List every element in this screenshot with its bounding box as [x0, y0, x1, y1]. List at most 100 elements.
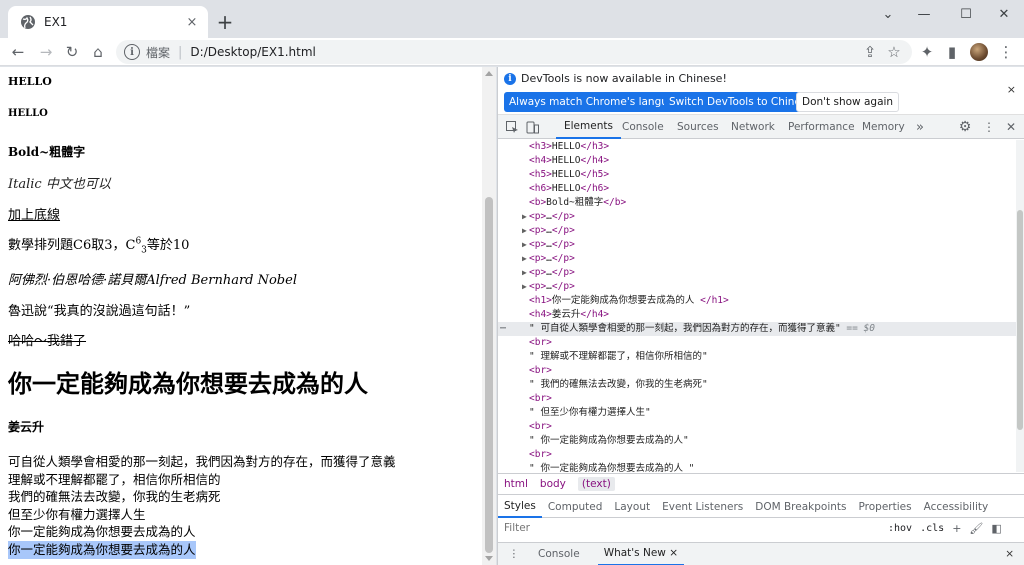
- more-tabs-icon[interactable]: »: [916, 115, 924, 139]
- reload-button[interactable]: ↻: [60, 40, 84, 64]
- switch-language-button[interactable]: Switch DevTools to Chinese: [664, 92, 818, 112]
- dom-node-h5[interactable]: <h5>HELLO</h5>: [529, 168, 609, 182]
- extensions-icon[interactable]: ✦: [915, 40, 939, 64]
- dom-text-node-selected[interactable]: " 可自從人類學會相愛的那一刻起，我們因為對方的存在，而獲得了意義" == $0: [529, 322, 875, 336]
- expand-triangle-icon[interactable]: ▶: [522, 224, 527, 238]
- tab-sources[interactable]: Sources: [677, 115, 719, 139]
- info-icon[interactable]: i: [124, 44, 140, 60]
- page-scrollbar[interactable]: [482, 67, 496, 565]
- elements-tree[interactable]: <h3>HELLO</h3> <h4>HELLO</h4> <h5>HELLO<…: [498, 140, 1024, 472]
- chrome-menu-icon[interactable]: ⋮: [994, 40, 1018, 64]
- close-window-button[interactable]: ✕: [984, 0, 1024, 28]
- tab-network[interactable]: Network: [731, 115, 775, 139]
- dom-node-br[interactable]: <br>: [529, 420, 552, 434]
- whats-new-close-icon[interactable]: ×: [669, 547, 678, 559]
- expand-triangle-icon[interactable]: ▶: [522, 238, 527, 252]
- side-panel-icon[interactable]: ▮: [940, 40, 964, 64]
- address-bar[interactable]: i 檔案 | D:/Desktop/EX1.html: [116, 40, 912, 64]
- tab-properties[interactable]: Properties: [853, 496, 918, 518]
- home-button[interactable]: ⌂: [86, 40, 110, 64]
- dom-text-node[interactable]: " 你一定能夠成為你想要去成為的人": [529, 434, 689, 448]
- maximize-button[interactable]: ☐: [946, 0, 986, 28]
- settings-gear-icon[interactable]: ⚙: [957, 119, 973, 135]
- tab-dom-breakpoints[interactable]: DOM Breakpoints: [749, 496, 852, 518]
- devtools-close-icon[interactable]: ✕: [1003, 119, 1019, 135]
- breadcrumb-html[interactable]: html: [504, 478, 528, 490]
- dom-node-h3[interactable]: <h3>HELLO</h3>: [529, 140, 609, 154]
- url-text[interactable]: D:/Desktop/EX1.html: [190, 45, 315, 59]
- drawer-tab-console[interactable]: Console: [532, 543, 586, 565]
- drawer-tab-whats-new[interactable]: What's New ×: [597, 543, 685, 565]
- dom-node-br[interactable]: <br>: [529, 448, 552, 462]
- dom-node-p[interactable]: ▶ <p>…</p>: [522, 280, 575, 294]
- dont-show-again-button[interactable]: Don't show again: [796, 92, 900, 112]
- hover-state-toggle[interactable]: :hov: [888, 523, 912, 534]
- browser-tab[interactable]: EX1 ×: [8, 6, 208, 38]
- dom-node-p[interactable]: ▶ <p>…</p>: [522, 266, 575, 280]
- page-scrollbar-thumb[interactable]: [485, 197, 493, 553]
- tab-elements[interactable]: Elements: [556, 115, 621, 139]
- breadcrumb-body[interactable]: body: [540, 478, 566, 490]
- expand-triangle-icon[interactable]: ▶: [522, 210, 527, 224]
- tab-styles[interactable]: Styles: [498, 496, 542, 518]
- lyric-line: 你一定能夠成為你想要去成為的人: [8, 524, 196, 540]
- language-infobar: i DevTools is now available in Chinese! …: [498, 67, 1024, 115]
- dom-text-node[interactable]: " 但至少你有權力選擇人生": [529, 406, 651, 420]
- tab-accessibility[interactable]: Accessibility: [918, 496, 995, 518]
- dom-node-p[interactable]: ▶ <p>…</p>: [522, 238, 575, 252]
- page-bold-text: Bold~粗體字: [8, 145, 86, 159]
- toggle-sidebar-icon[interactable]: ◧: [991, 522, 1001, 535]
- dom-node-h4[interactable]: <h4>HELLO</h4>: [529, 154, 609, 168]
- dom-text-node[interactable]: " 理解或不理解都罷了，相信你所相信的": [529, 350, 708, 364]
- tab-performance[interactable]: Performance: [788, 115, 855, 139]
- page-lyrics: 可自從人類學會相愛的那一刻起，我們因為對方的存在，而獲得了意義 理解或不理解都罷…: [8, 453, 396, 559]
- tab-console[interactable]: Console: [622, 115, 664, 139]
- share-icon[interactable]: ⇪: [858, 40, 882, 64]
- dom-node-h1[interactable]: <h1>你一定能夠成為你想要去成為的人 </h1>: [529, 294, 729, 308]
- tab-close-icon[interactable]: ×: [184, 14, 200, 30]
- dom-node-h4-name[interactable]: <h4>姜云升</h4>: [529, 308, 609, 322]
- paint-brush-icon[interactable]: 🖌: [969, 522, 983, 535]
- dom-node-p[interactable]: ▶ <p>…</p>: [522, 224, 575, 238]
- tab-memory[interactable]: Memory: [862, 115, 905, 139]
- scroll-down-arrow-icon[interactable]: [485, 556, 493, 561]
- expand-triangle-icon[interactable]: ▶: [522, 280, 527, 294]
- dom-node-h6[interactable]: <h6>HELLO</h6>: [529, 182, 609, 196]
- elements-scrollbar-thumb[interactable]: [1017, 210, 1023, 430]
- devtools-menu-icon[interactable]: ⋮: [981, 119, 997, 135]
- selected-lyric-line[interactable]: 你一定能夠成為你想要去成為的人: [8, 540, 196, 559]
- expand-triangle-icon[interactable]: ▶: [522, 266, 527, 280]
- dom-node-b[interactable]: <b>Bold~粗體字</b>: [529, 196, 626, 210]
- more-actions-dots-icon[interactable]: ⋯: [500, 322, 506, 336]
- elements-scrollbar[interactable]: [1016, 140, 1024, 472]
- forward-button[interactable]: →: [34, 40, 58, 64]
- dom-node-p[interactable]: ▶ <p>…</p>: [522, 252, 575, 266]
- back-button[interactable]: ←: [6, 40, 30, 64]
- styles-filter-input[interactable]: [502, 520, 880, 536]
- tab-event-listeners[interactable]: Event Listeners: [656, 496, 749, 518]
- minimize-button[interactable]: —: [904, 0, 944, 28]
- infobar-close-icon[interactable]: ×: [1007, 83, 1016, 96]
- inspect-element-icon[interactable]: [504, 119, 520, 135]
- dom-text-node[interactable]: " 我們的確無法去改變，你我的生老病死": [529, 378, 708, 392]
- tab-computed[interactable]: Computed: [542, 496, 609, 518]
- expand-triangle-icon[interactable]: ▶: [522, 252, 527, 266]
- dom-node-br[interactable]: <br>: [529, 364, 552, 378]
- dom-node-br[interactable]: <br>: [529, 392, 552, 406]
- new-tab-button[interactable]: +: [214, 11, 236, 33]
- dom-node-p[interactable]: ▶ <p>…</p>: [522, 210, 575, 224]
- tab-search-icon[interactable]: ⌄: [868, 0, 908, 28]
- class-toggle[interactable]: .cls: [920, 523, 944, 534]
- tab-layout[interactable]: Layout: [608, 496, 656, 518]
- device-toolbar-icon[interactable]: [524, 119, 540, 135]
- drawer-menu-icon[interactable]: ⋮: [508, 548, 520, 560]
- dom-node-br[interactable]: <br>: [529, 336, 552, 350]
- profile-avatar[interactable]: [970, 43, 988, 61]
- breadcrumb-text[interactable]: (text): [577, 477, 615, 491]
- info-icon: i: [504, 72, 516, 85]
- dom-text-node[interactable]: " 你一定能夠成為你想要去成為的人 ": [529, 462, 694, 472]
- bookmark-star-icon[interactable]: ☆: [882, 40, 906, 64]
- scroll-up-arrow-icon[interactable]: [485, 71, 493, 76]
- drawer-close-icon[interactable]: ×: [1005, 548, 1014, 560]
- new-style-rule-icon[interactable]: +: [952, 522, 961, 535]
